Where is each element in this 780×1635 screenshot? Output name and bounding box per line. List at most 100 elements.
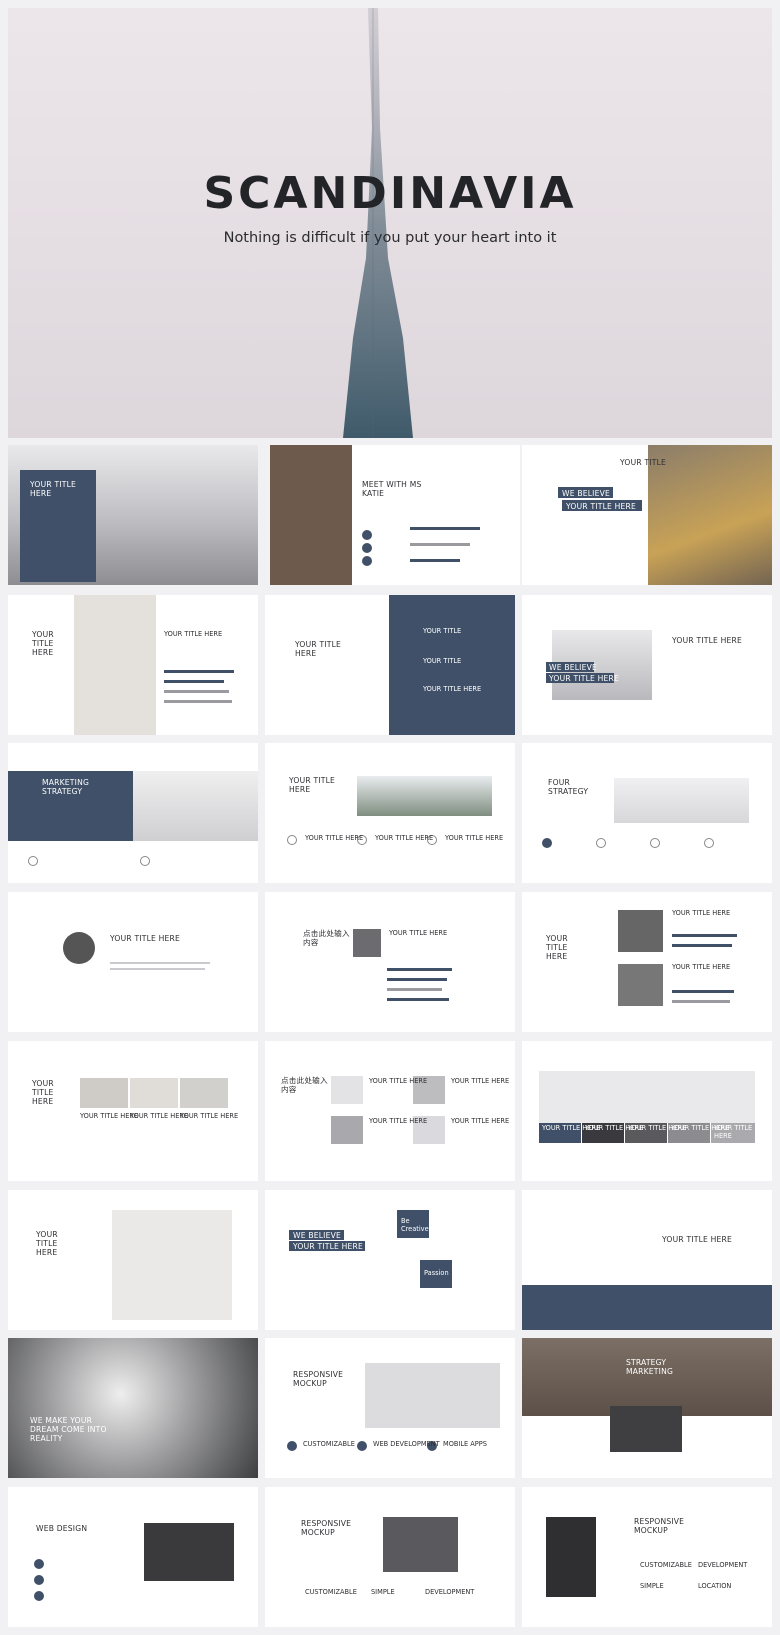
icon xyxy=(542,838,552,848)
portrait-photo xyxy=(618,964,663,1006)
column-title: YOUR TITLE HERE xyxy=(305,834,364,842)
icon xyxy=(287,835,297,845)
slide-title: RESPONSIVE MOCKUP xyxy=(634,1517,685,1536)
product-photo xyxy=(130,1078,178,1108)
slide-10[interactable]: YOUR TITLE HERE xyxy=(8,892,258,1032)
slide-21[interactable]: STRATEGY MARKETING xyxy=(522,1338,772,1478)
slide-title: 点击此处输入内容 xyxy=(303,929,350,948)
photo-grid xyxy=(112,1210,232,1320)
progress-bar xyxy=(672,990,734,993)
eiffel-tower-image xyxy=(343,8,413,438)
slide-15[interactable]: YOUR TITLE HERE YOUR TITLE HERE YOUR TIT… xyxy=(522,1041,772,1181)
slide-14[interactable]: 点击此处输入内容 YOUR TITLE HERE YOUR TITLE HERE… xyxy=(265,1041,515,1181)
slide-title: RESPONSIVE MOCKUP xyxy=(301,1519,352,1538)
icon xyxy=(650,838,660,848)
slide-20[interactable]: RESPONSIVE MOCKUP CUSTOMIZABLE WEB DEVEL… xyxy=(265,1338,515,1478)
slide-8[interactable]: YOUR TITLE HERE YOUR TITLE HERE YOUR TIT… xyxy=(265,743,515,883)
text-line xyxy=(110,968,205,970)
door-photo xyxy=(270,445,352,585)
forest-photo xyxy=(357,776,492,816)
slide-title: YOUR TITLE HERE xyxy=(110,934,180,943)
portrait-photo xyxy=(618,910,663,952)
slide-7[interactable]: MARKETING STRATEGY xyxy=(8,743,258,883)
slide-title: YOUR TITLE HERE xyxy=(32,1079,54,1107)
slide-16[interactable]: YOUR TITLE HERE xyxy=(8,1190,258,1330)
slide-3[interactable]: YOUR TITLE WE BELIEVE YOUR TITLE HERE xyxy=(522,445,772,585)
slide-23[interactable]: RESPONSIVE MOCKUP CUSTOMIZABLE SIMPLE DE… xyxy=(265,1487,515,1627)
slide-24[interactable]: RESPONSIVE MOCKUP CUSTOMIZABLE DEVELOPME… xyxy=(522,1487,772,1627)
tablet-mockup xyxy=(546,1517,596,1597)
icon xyxy=(34,1591,44,1601)
item-title: YOUR TITLE xyxy=(423,627,462,635)
slide-title: WEB DESIGN xyxy=(36,1524,88,1533)
bullet-icon xyxy=(362,530,372,540)
colosseum-photo xyxy=(522,1338,772,1416)
column-title: YOUR TITLE HERE xyxy=(445,834,504,842)
slide-title: STRATEGY MARKETING xyxy=(626,1358,674,1377)
title-label: YOUR TITLE HERE xyxy=(566,502,636,511)
slide-17[interactable]: WE BELIEVE YOUR TITLE HERE Be Creative P… xyxy=(265,1190,515,1330)
devices-mockup xyxy=(365,1363,500,1428)
slide-title: RESPONSIVE MOCKUP xyxy=(293,1370,344,1389)
slide-9[interactable]: FOUR STRATEGY xyxy=(522,743,772,883)
slide-22[interactable]: WEB DESIGN xyxy=(8,1487,258,1627)
item-title: MOBILE APPS xyxy=(443,1440,487,1448)
laptop-mockup xyxy=(383,1517,458,1572)
progress-bar xyxy=(164,680,224,683)
item-title: WEB DEVELOPMENT xyxy=(373,1440,440,1448)
believe-label: WE BELIEVE xyxy=(549,663,597,672)
slide-12[interactable]: YOUR TITLE HERE YOUR TITLE HERE YOUR TIT… xyxy=(522,892,772,1032)
item-title: LOCATION xyxy=(698,1582,732,1590)
slide-title: YOUR TITLE HERE xyxy=(289,776,335,795)
icon xyxy=(287,1441,297,1451)
slide-title: YOUR TITLE HERE xyxy=(32,630,54,658)
item-title: YOUR TITLE HERE xyxy=(369,1117,428,1125)
item-title: YOUR TITLE HERE xyxy=(451,1077,510,1085)
title-label: YOUR TITLE HERE xyxy=(549,674,619,683)
slide-11[interactable]: 点击此处输入内容 YOUR TITLE HERE xyxy=(265,892,515,1032)
title-label: YOUR TITLE HERE xyxy=(293,1242,363,1251)
slide-title: YOUR TITLE HERE xyxy=(36,1230,58,1258)
item-title: YOUR TITLE xyxy=(423,657,462,665)
slide-title: WE MAKE YOUR DREAM COME INTO REALITY xyxy=(30,1416,107,1444)
icon xyxy=(357,1441,367,1451)
icon xyxy=(596,838,606,848)
item-title: YOUR TITLE HERE xyxy=(672,909,731,917)
photo-strip xyxy=(539,1071,755,1123)
progress-bar xyxy=(387,978,447,981)
slide-title: YOUR TITLE HERE xyxy=(30,480,76,499)
slide-1[interactable]: YOUR TITLE HERE xyxy=(8,445,258,585)
progress-bar xyxy=(387,988,442,991)
slide-title: 点击此处输入内容 xyxy=(281,1076,328,1095)
slide-title: YOUR TITLE HERE xyxy=(546,934,568,962)
believe-label: WE BELIEVE xyxy=(293,1231,341,1240)
item-title: YOUR TITLE HERE xyxy=(451,1117,510,1125)
hero-subtitle: Nothing is difficult if you put your hea… xyxy=(223,230,557,246)
item-title: DEVELOPMENT xyxy=(698,1561,748,1569)
slide-5[interactable]: YOUR TITLE HERE YOUR TITLE YOUR TITLE YO… xyxy=(265,595,515,735)
tile-label: Passion xyxy=(424,1269,449,1277)
shelf-photo xyxy=(74,595,156,735)
item-title: SIMPLE xyxy=(640,1582,664,1590)
slide-6[interactable]: YOUR TITLE HERE WE BELIEVE YOUR TITLE HE… xyxy=(522,595,772,735)
icon xyxy=(704,838,714,848)
bullet-icon xyxy=(362,543,372,553)
slide-19[interactable]: WE MAKE YOUR DREAM COME INTO REALITY xyxy=(8,1338,258,1478)
product-photo xyxy=(180,1078,228,1108)
share-icon xyxy=(28,856,38,866)
slide-18[interactable]: YOUR TITLE HERE xyxy=(522,1190,772,1330)
text-line xyxy=(110,962,210,964)
bottom-band xyxy=(522,1285,772,1330)
slide-2[interactable]: MEET WITH MS KATIE xyxy=(270,445,520,585)
progress-bar xyxy=(164,700,232,703)
slide-title: MEET WITH MS KATIE xyxy=(362,480,422,499)
bullet-icon xyxy=(362,556,372,566)
slide-4[interactable]: YOUR TITLE HERE YOUR TITLE HERE xyxy=(8,595,258,735)
item-title: YOUR TITLE HERE xyxy=(672,963,731,971)
slide-13[interactable]: YOUR TITLE HERE YOUR TITLE HERE YOUR TIT… xyxy=(8,1041,258,1181)
subtitle: YOUR TITLE HERE xyxy=(164,630,223,638)
slide-title: MARKETING STRATEGY xyxy=(42,778,90,797)
item-title: YOUR TITLE HERE xyxy=(369,1077,428,1085)
bulb-icon xyxy=(140,856,150,866)
progress-bar xyxy=(672,1000,730,1003)
